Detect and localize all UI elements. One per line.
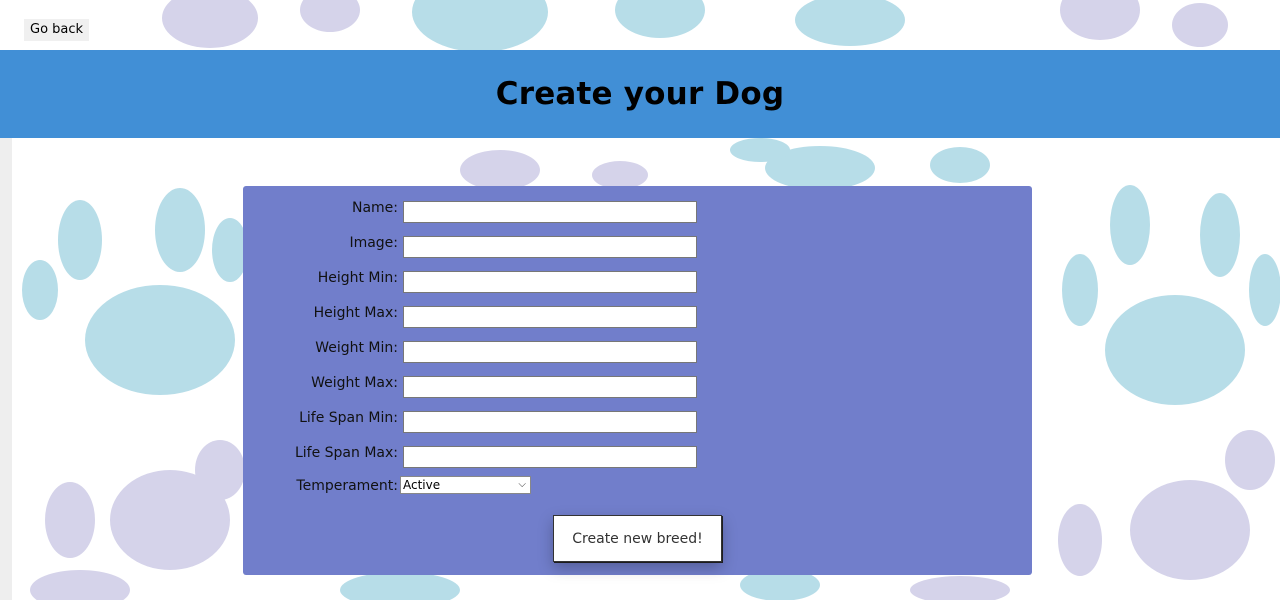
weight-max-label: Weight Max: (311, 375, 398, 391)
page-header: Create your Dog (0, 50, 1280, 138)
life-span-min-label: Life Span Min: (299, 410, 398, 426)
life-span-max-label: Life Span Max: (294, 445, 398, 461)
weight-min-label: Weight Min: (315, 340, 398, 356)
name-label: Name: (351, 200, 398, 216)
height-min-label: Height Min: (317, 270, 398, 286)
form-row-name: Name: (243, 186, 1032, 223)
form-row-image: Image: (243, 221, 1032, 258)
image-input[interactable] (403, 236, 697, 258)
create-breed-button[interactable]: Create new breed! (553, 515, 722, 562)
weight-min-input[interactable] (403, 341, 697, 363)
form-row-weight-max: Weight Max: (243, 361, 1032, 398)
form-row-life-span-max: Life Span Max: (243, 431, 1032, 468)
temperament-label: Temperament: (296, 478, 398, 494)
life-span-max-input[interactable] (403, 446, 697, 468)
name-input[interactable] (403, 201, 697, 223)
left-edge-strip (0, 138, 12, 600)
temperament-select[interactable]: Active ⌵ (400, 476, 531, 494)
page-title: Create your Dog (495, 76, 785, 112)
height-max-input[interactable] (403, 306, 697, 328)
chevron-down-icon: ⌵ (518, 479, 526, 490)
weight-max-input[interactable] (403, 376, 697, 398)
go-back-button[interactable]: Go back (24, 19, 90, 41)
temperament-selected-value: Active (403, 478, 441, 492)
form-row-life-span-min: Life Span Min: (243, 396, 1032, 433)
form-row-height-min: Height Min: (243, 256, 1032, 293)
image-label: Image: (349, 235, 398, 251)
height-min-input[interactable] (403, 271, 697, 293)
life-span-min-input[interactable] (403, 411, 697, 433)
form-row-height-max: Height Max: (243, 291, 1032, 328)
height-max-label: Height Max: (313, 305, 398, 321)
form-row-weight-min: Weight Min: (243, 326, 1032, 363)
